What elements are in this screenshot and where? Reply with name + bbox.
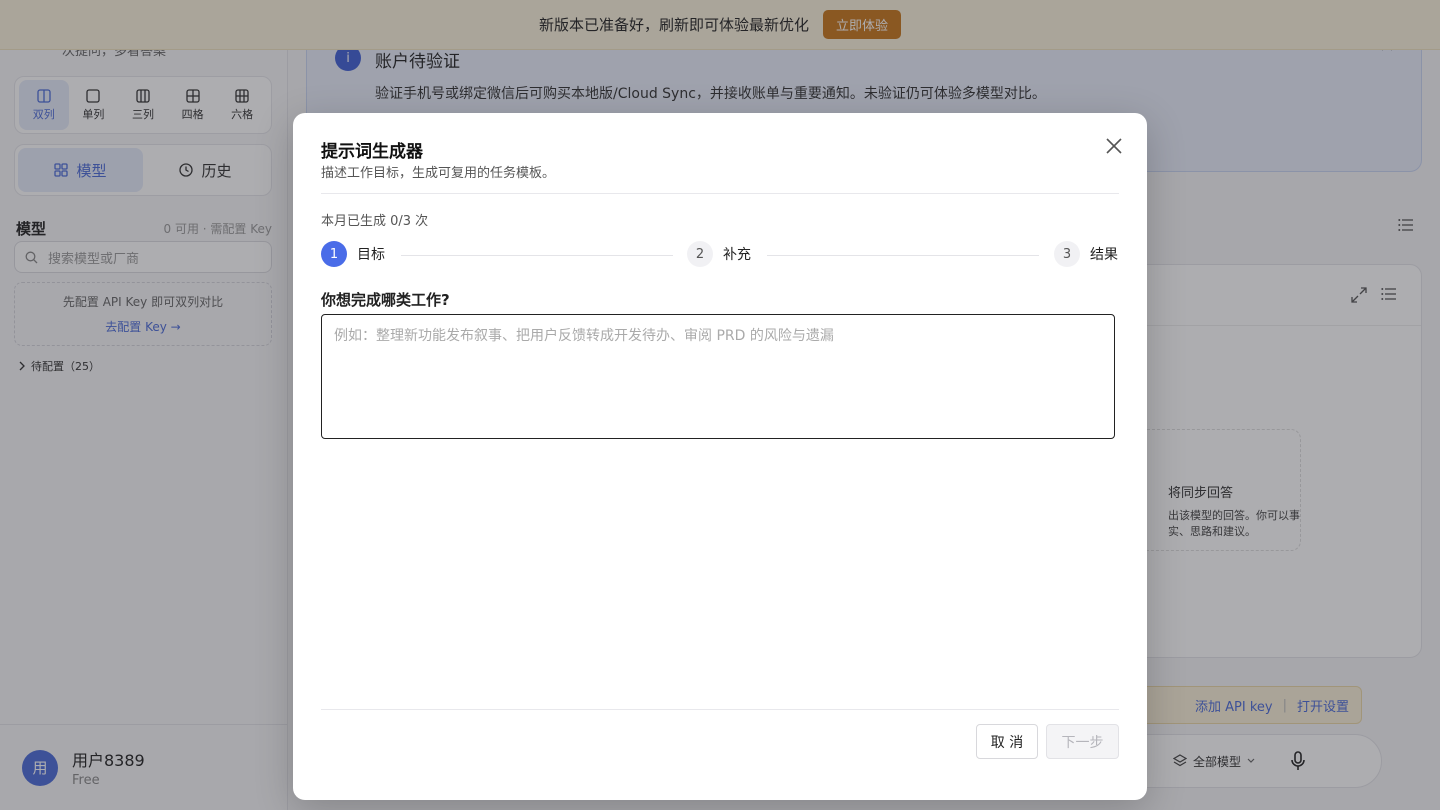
step-label: 目标	[357, 247, 385, 263]
step-number: 1	[321, 241, 347, 267]
step-goal: 1 目标	[321, 241, 385, 267]
step-label: 补充	[723, 247, 751, 263]
dialog-footer-divider	[321, 709, 1119, 710]
step-label: 结果	[1090, 247, 1118, 263]
dialog-divider	[321, 193, 1119, 194]
goal-question: 你想完成哪类工作?	[321, 291, 450, 309]
step-number: 3	[1054, 241, 1080, 267]
dialog-title: 提示词生成器	[321, 142, 423, 162]
step-connector	[401, 255, 673, 256]
step-supplement: 2 补充	[687, 241, 751, 267]
goal-input[interactable]	[321, 314, 1115, 439]
step-result: 3 结果	[1054, 241, 1118, 267]
stepper: 1 目标 2 补充 3 结果	[321, 241, 1119, 269]
usage-counter: 本月已生成 0/3 次	[321, 214, 429, 229]
next-step-button[interactable]: 下一步	[1046, 724, 1119, 759]
prompt-generator-dialog: 提示词生成器 描述工作目标，生成可复用的任务模板。 本月已生成 0/3 次 1 …	[293, 113, 1147, 800]
dialog-subtitle: 描述工作目标，生成可复用的任务模板。	[321, 166, 556, 181]
step-connector	[767, 255, 1039, 256]
cancel-button[interactable]: 取 消	[976, 724, 1038, 759]
close-icon[interactable]	[1103, 135, 1125, 157]
step-number: 2	[687, 241, 713, 267]
